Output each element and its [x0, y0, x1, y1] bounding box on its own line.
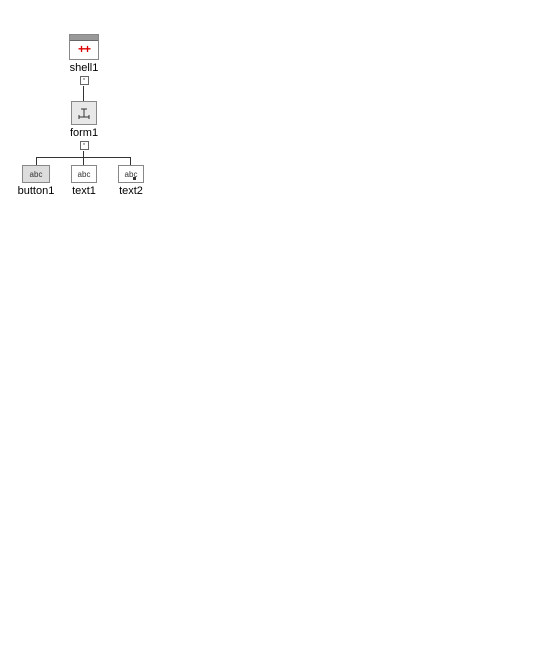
button-icon: abc — [22, 165, 50, 183]
text-field-icon: abc — [71, 165, 97, 183]
node-button1[interactable]: abc button1 — [16, 165, 56, 197]
icon-text: abc — [78, 170, 91, 179]
connector — [130, 157, 131, 165]
icon-text: abc — [125, 170, 138, 179]
node-text2[interactable]: abc text2 — [111, 165, 151, 197]
expand-toggle[interactable]: ▫ — [80, 76, 89, 85]
text-area-icon: abc — [118, 165, 144, 183]
expand-toggle[interactable]: ▫ — [80, 141, 89, 150]
widget-tree-canvas: ++ shell1 ▫ form1 ▫ abc button1 abc — [0, 0, 549, 650]
icon-text: abc — [30, 170, 43, 179]
form-icon — [71, 101, 97, 125]
node-form1[interactable]: form1 ▫ — [64, 101, 104, 150]
node-shell1[interactable]: ++ shell1 ▫ — [64, 34, 104, 85]
node-label: button1 — [16, 185, 56, 197]
connector — [36, 157, 37, 165]
connector — [83, 157, 84, 165]
node-label: shell1 — [64, 62, 104, 74]
node-label: text1 — [64, 185, 104, 197]
node-text1[interactable]: abc text1 — [64, 165, 104, 197]
connector — [83, 86, 84, 101]
node-label: form1 — [64, 127, 104, 139]
node-label: text2 — [111, 185, 151, 197]
shell-icon: ++ — [69, 34, 99, 60]
shell-icon-text: ++ — [70, 41, 98, 57]
